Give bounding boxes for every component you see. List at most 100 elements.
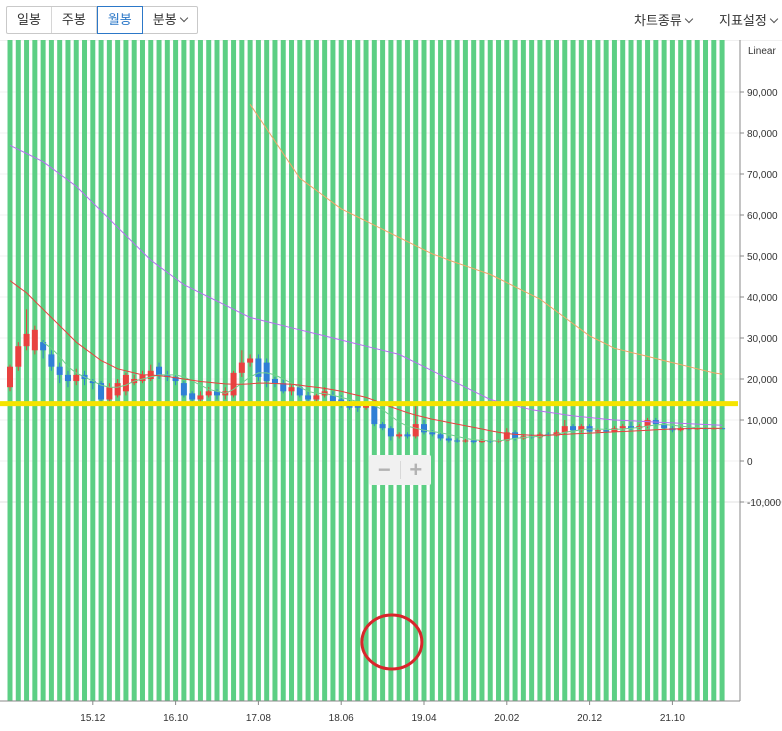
candle [462,440,469,442]
x-tick-label: 19.04 [411,713,436,724]
chevron-down-icon [684,14,694,24]
volume-bar [636,40,642,701]
candle [73,374,80,382]
x-tick-label: 21.10 [660,713,685,724]
volume-bar [620,40,626,701]
volume-bar [380,40,386,701]
chart-type-dropdown[interactable]: 차트종류 [634,10,694,29]
candle [445,438,452,441]
moving-average-longest [249,104,723,375]
volume-bar [322,40,328,701]
candle [429,432,436,435]
y-tick-label: 80,000 [747,129,778,140]
volume-bar [371,40,377,701]
candle [23,333,30,347]
y-tick-label: 20,000 [747,375,778,386]
candle [31,329,38,351]
candle [470,440,477,443]
volume-bar [164,40,170,701]
volume-bar [454,40,460,701]
price-volume-chart[interactable]: Linear -10,000 0 10,000 20,000 30,000 40,000 50… [0,40,782,731]
candle [238,362,245,373]
volume-bar [40,40,46,701]
volume-bar [346,40,352,701]
volume-bar [553,40,559,701]
volume-bar [197,40,203,701]
volume-bar [413,40,419,701]
volume-bar [595,40,601,701]
candle [570,426,577,431]
y-tick-label: 50,000 [747,252,778,263]
candle [189,393,196,400]
volume-bar [247,40,253,701]
x-tick-label: 15.12 [80,713,105,724]
volume-bar [32,40,38,701]
volume-bar [479,40,485,701]
y-tick-label: 90,000 [747,88,778,99]
candle [122,374,129,392]
volume-bar [305,40,311,701]
volume-bar [90,40,96,701]
volume-bars [7,40,725,701]
volume-bar [504,40,510,701]
x-tick-label: 20.12 [577,713,602,724]
volume-bar [181,40,187,701]
candle [512,432,519,439]
candle [379,424,386,429]
candle [114,383,121,396]
candle [263,362,270,382]
candle [305,395,312,400]
zoom-in-button[interactable]: + [401,455,432,485]
scale-label: Linear [748,46,776,57]
volume-bar [206,40,212,701]
zoom-out-button[interactable]: − [369,455,400,485]
volume-bar [231,40,237,701]
volume-bar [106,40,112,701]
volume-bar [421,40,427,701]
candle [603,430,610,432]
volume-bar [297,40,303,701]
x-tick-label: 18.06 [329,713,354,724]
candle [561,426,568,433]
candle [180,383,187,396]
volume-bar [289,40,295,701]
period-monthly-button[interactable]: 월봉 [96,6,143,34]
period-minute-dropdown[interactable]: 분봉 [143,7,197,33]
indicator-settings-dropdown[interactable]: 지표설정 [719,10,779,29]
volume-bar [462,40,468,701]
volume-bar [487,40,493,701]
volume-bar [115,40,121,701]
y-tick-label: 30,000 [747,334,778,345]
volume-bar [578,40,584,701]
volume-bar [438,40,444,701]
volume-bar [678,40,684,701]
volume-bar [570,40,576,701]
volume-bar [139,40,145,701]
candle [619,426,626,429]
y-tick-label: -10,000 [747,498,781,509]
volume-bar [280,40,286,701]
candle [644,420,651,427]
y-tick-label: 10,000 [747,416,778,427]
y-tick-label: 40,000 [747,293,778,304]
volume-bar [446,40,452,701]
y-tick-label: 0 [747,457,753,468]
period-selector: 일봉 주봉 월봉 분봉 [6,6,198,34]
period-daily-button[interactable]: 일봉 [7,7,52,33]
candle [7,366,13,388]
period-weekly-button[interactable]: 주봉 [52,7,97,33]
candle [412,424,419,437]
candle [48,354,55,367]
candle [56,366,63,375]
volume-bar [330,40,336,701]
candle [288,387,295,392]
volume-bar [653,40,659,701]
volume-bar [694,40,700,701]
candle [197,395,204,400]
volume-bar [537,40,543,701]
candle [313,395,320,400]
chart-type-label: 차트종류 [634,13,682,28]
chart-toolbar: 일봉 주봉 월봉 분봉 차트종류 지표설정 [0,0,782,40]
candle [247,358,254,363]
x-tick-label: 20.02 [494,713,519,724]
